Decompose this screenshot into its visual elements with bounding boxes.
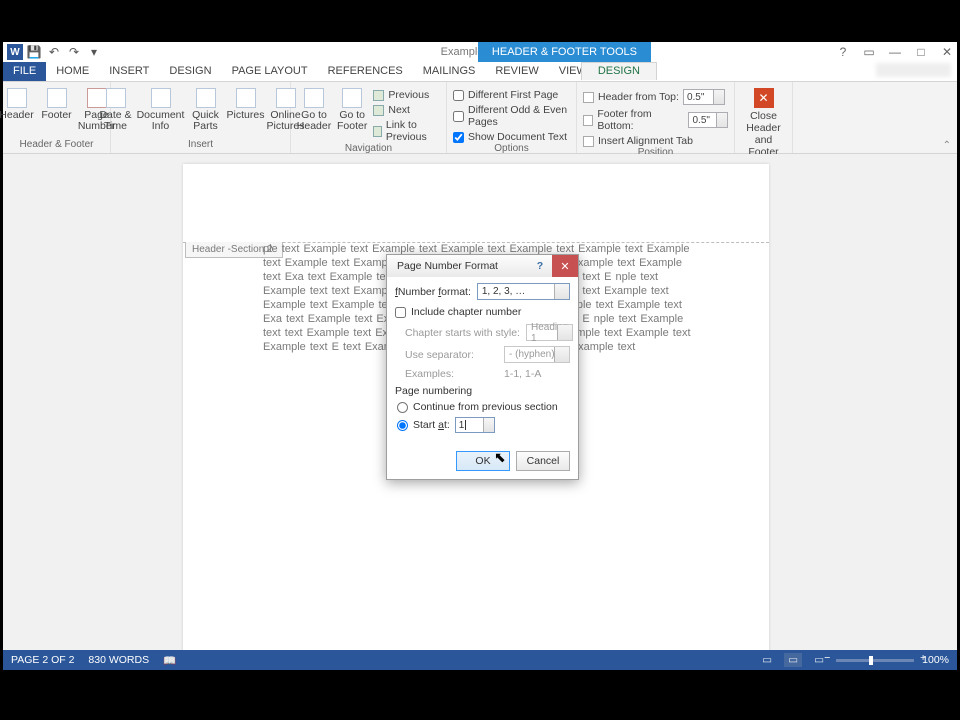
continue-previous-radio[interactable]: Continue from previous section [395,401,570,413]
next-button[interactable]: Next [373,104,440,116]
examples-value: 1-1, 1-A [504,368,570,380]
redo-icon[interactable]: ↷ [65,43,83,61]
cancel-button[interactable]: Cancel [516,451,570,471]
tab-hf-design[interactable]: DESIGN [581,62,657,80]
tab-file[interactable]: FILE [3,62,46,81]
save-icon[interactable]: 💾 [25,43,43,61]
ok-button[interactable]: OK [456,451,510,471]
zoom-level[interactable]: 100% [922,654,949,666]
header-button[interactable]: Header [0,84,34,121]
group-insert: Insert [188,139,213,151]
tab-design[interactable]: DESIGN [159,62,221,81]
tab-mailings[interactable]: MAILINGS [413,62,486,81]
date-time-button[interactable]: Date & Time [99,84,133,132]
link-previous-button[interactable]: Link to Previous [373,119,440,143]
header-top-spinner[interactable]: 0.5" [683,89,725,105]
pictures-button[interactable]: Pictures [229,84,263,121]
separator-label: Use separator: [405,349,474,361]
tab-home[interactable]: HOME [46,62,99,81]
close-hf-button[interactable]: Close Header and Footer [741,110,786,158]
goto-header-button[interactable]: Go to Header [297,84,331,132]
dialog-help-button[interactable]: ? [530,260,550,272]
chapter-style-label: Chapter starts with style: [405,327,520,339]
footer-bottom-icon [583,115,593,126]
close-window-button[interactable]: ✕ [939,45,955,59]
tab-review[interactable]: REVIEW [485,62,548,81]
view-print-icon[interactable]: ▭ [784,653,802,667]
help-button[interactable]: ? [835,45,851,59]
ribbon-display-button[interactable]: ▭ [861,45,877,59]
tab-references[interactable]: REFERENCES [318,62,413,81]
insert-alignment-tab-button[interactable]: Insert Alignment Tab [583,135,728,147]
chapter-style-select: Heading 1 [526,324,573,341]
title-bar: W 💾 ↶ ↷ ▾ Example - Word HEADER & FOOTER… [3,42,957,62]
close-hf-icon[interactable]: ✕ [754,88,774,108]
header-top-icon [583,92,594,103]
document-info-button[interactable]: Document Info [139,84,183,132]
contextual-tab-label: HEADER & FOOTER TOOLS [478,42,651,62]
maximize-button[interactable]: □ [913,45,929,59]
status-word-count[interactable]: 830 WORDS [88,654,149,666]
undo-icon[interactable]: ↶ [45,43,63,61]
start-at-radio[interactable]: Start at:Start at: 1 [395,417,570,433]
zoom-slider[interactable] [836,659,914,662]
minimize-button[interactable]: — [887,45,903,59]
footer-bottom-spinner[interactable]: 0.5" [688,112,728,128]
previous-button[interactable]: Previous [373,89,440,101]
ribbon: Header Footer Page Number Header & Foote… [3,82,957,154]
start-at-input[interactable]: 1 [455,417,495,433]
number-format-label: fNumber format:Number format: [395,286,471,298]
include-chapter-checkbox[interactable]: Include chapter number [395,306,570,318]
dialog-close-button[interactable]: ✕ [552,255,578,277]
status-bar: PAGE 2 OF 2 830 WORDS 📖 ▭ ▭ ▭ 100% [3,650,957,670]
tab-page-layout[interactable]: PAGE LAYOUT [222,62,318,81]
footer-button[interactable]: Footer [40,84,74,121]
page-numbering-label: Page numbering [395,385,570,397]
word-icon: W [7,44,23,60]
different-first-page-checkbox[interactable]: Different First Page [453,89,570,101]
status-proofing-icon[interactable]: 📖 [163,654,176,667]
collapse-ribbon-icon[interactable]: ⌃ [943,140,951,151]
examples-label: Examples: [405,368,454,380]
qat-customize-icon[interactable]: ▾ [85,43,103,61]
separator-select: - (hyphen) [504,346,570,363]
dialog-title: Page Number Format [397,260,498,272]
number-format-select[interactable]: 1, 2, 3, … [477,283,570,300]
group-header-footer: Header & Footer [20,139,94,151]
signin-area[interactable] [876,63,951,77]
quick-parts-button[interactable]: Quick Parts [189,84,223,132]
goto-footer-button[interactable]: Go to Footer [337,84,367,132]
page-number-format-dialog: Page Number Format ? ✕ fNumber format:Nu… [386,254,579,480]
different-odd-even-checkbox[interactable]: Different Odd & Even Pages [453,104,570,128]
status-page[interactable]: PAGE 2 OF 2 [11,654,74,666]
ribbon-tabs: FILE HOME INSERT DESIGN PAGE LAYOUT REFE… [3,62,957,82]
tab-insert[interactable]: INSERT [99,62,159,81]
show-document-text-checkbox[interactable]: Show Document Text [453,131,570,143]
view-read-icon[interactable]: ▭ [758,653,776,667]
